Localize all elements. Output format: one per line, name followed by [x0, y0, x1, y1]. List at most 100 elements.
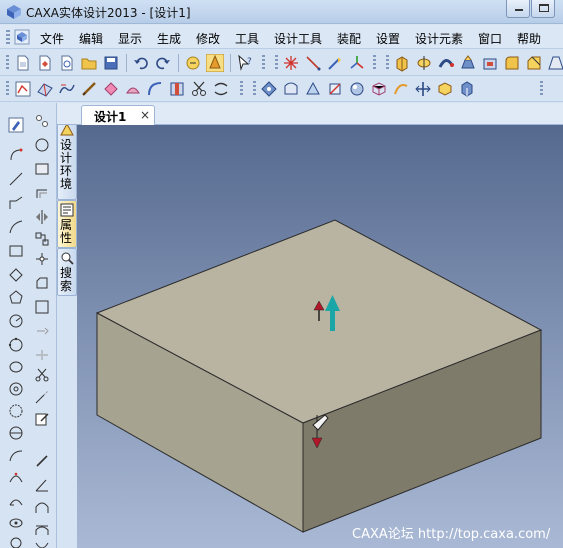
rounded-rect-icon[interactable] [34, 275, 50, 291]
toolbar-grip[interactable] [6, 55, 9, 71]
project-edge-icon[interactable] [34, 323, 50, 339]
angle-dimension-icon[interactable] [34, 477, 50, 493]
ellipse-tool-icon[interactable] [8, 359, 24, 375]
menu-generate[interactable]: 生成 [157, 30, 181, 47]
polygon-tool-icon[interactable] [8, 243, 24, 259]
tree-select-icon[interactable] [206, 54, 224, 72]
chamfer-edge-icon[interactable] [525, 54, 543, 72]
undo-icon[interactable] [132, 54, 150, 72]
rectangle-tool-icon[interactable] [34, 161, 50, 177]
wireframe-view-icon[interactable] [370, 80, 388, 98]
circle-radius-icon[interactable] [8, 403, 24, 419]
bridge-shape-icon[interactable] [34, 521, 50, 537]
cut-tool-icon[interactable] [190, 80, 208, 98]
arc-tool-icon[interactable] [8, 147, 24, 163]
circle-tangent-icon[interactable] [8, 381, 24, 397]
menu-help[interactable]: 帮助 [517, 30, 541, 47]
shell-solid-icon[interactable] [481, 54, 499, 72]
menu-window[interactable]: 窗口 [478, 30, 502, 47]
new-file-icon[interactable] [14, 54, 32, 72]
pan-view-icon[interactable] [414, 80, 432, 98]
scissors-trim-icon[interactable] [34, 367, 50, 383]
measure-tool-icon[interactable] [326, 54, 344, 72]
menu-settings[interactable]: 设置 [376, 30, 400, 47]
document-tab[interactable]: 设计1 × [81, 105, 155, 125]
arc-3pt-icon[interactable] [8, 469, 24, 485]
sweep-solid-icon[interactable] [437, 54, 455, 72]
eye-tool-icon[interactable] [8, 515, 24, 531]
trim-tool-icon[interactable] [34, 231, 50, 247]
hole-feature-icon[interactable] [168, 80, 186, 98]
help-pointer-icon[interactable]: ? [236, 54, 254, 72]
circle-center-icon[interactable] [8, 313, 24, 329]
save-icon[interactable] [102, 54, 120, 72]
point-array-icon[interactable] [34, 251, 50, 267]
sketch-plane-icon[interactable] [36, 80, 54, 98]
arch-shape-icon[interactable] [34, 499, 50, 515]
mirror-tool-icon[interactable] [34, 209, 50, 225]
render-save-icon[interactable] [282, 80, 300, 98]
transparent-view-icon[interactable] [304, 80, 322, 98]
menu-design-tools[interactable]: 设计工具 [274, 30, 322, 47]
menu-assembly[interactable]: 装配 [337, 30, 361, 47]
menu-view[interactable]: 显示 [118, 30, 142, 47]
surface-patch-icon[interactable] [124, 80, 142, 98]
section-view-icon[interactable] [326, 80, 344, 98]
loft-solid-icon[interactable] [459, 54, 477, 72]
toolbar-grip[interactable] [275, 55, 278, 71]
tab-properties[interactable]: 属性 [57, 200, 77, 248]
sketch-edit-icon[interactable] [8, 117, 24, 133]
curve-connect-icon[interactable] [8, 447, 24, 463]
circle-small-icon[interactable] [8, 535, 24, 548]
bend-tool-icon[interactable] [212, 80, 230, 98]
curve-3d-icon[interactable] [146, 80, 164, 98]
open-folder-icon[interactable] [80, 54, 98, 72]
circle-diameter-icon[interactable] [8, 425, 24, 441]
tab-design-environment[interactable]: 设计环境 [57, 120, 77, 200]
line-tool-icon[interactable] [304, 54, 322, 72]
design-viewport[interactable]: CAXA论坛 http://top.caxa.com/ [77, 125, 563, 548]
polyline-tool-icon[interactable] [8, 195, 24, 211]
toolbar-grip[interactable] [386, 55, 389, 71]
diamond-tool-icon[interactable] [8, 267, 24, 283]
draft-face-icon[interactable] [547, 54, 563, 72]
dimension-tool-icon[interactable] [80, 80, 98, 98]
menu-design-elements[interactable]: 设计元素 [415, 30, 463, 47]
new-drawing-icon[interactable] [58, 54, 76, 72]
menu-file[interactable]: 文件 [40, 30, 64, 47]
curve-text-icon[interactable] [58, 80, 76, 98]
circle-tool-icon[interactable] [34, 137, 50, 153]
dimension-pen-icon[interactable] [34, 453, 50, 469]
triad-axis-icon[interactable] [348, 54, 366, 72]
select-parts-icon[interactable] [184, 54, 202, 72]
maximize-button[interactable] [531, 0, 555, 18]
line-draw-icon[interactable] [8, 171, 24, 187]
orbit-view-icon[interactable] [260, 80, 278, 98]
smart-snap-icon[interactable] [102, 80, 120, 98]
toolbar-grip[interactable] [262, 55, 265, 71]
close-icon[interactable]: × [140, 108, 150, 122]
offset-tool-icon[interactable] [34, 185, 50, 201]
standard-view-icon[interactable] [458, 80, 476, 98]
extend-curve-icon[interactable] [34, 389, 50, 405]
revolve-solid-icon[interactable] [415, 54, 433, 72]
redo-icon[interactable] [154, 54, 172, 72]
smooth-shade-icon[interactable] [348, 80, 366, 98]
menu-tools[interactable]: 工具 [235, 30, 259, 47]
fit-view-icon[interactable] [436, 80, 454, 98]
toolbar-grip[interactable] [373, 55, 376, 71]
tab-search[interactable]: 搜索 [57, 248, 77, 296]
caxa-menu-icon[interactable] [14, 29, 30, 45]
pentagon-tool-icon[interactable] [8, 289, 24, 305]
menu-grip[interactable] [6, 30, 10, 44]
new-design-icon[interactable] [36, 54, 54, 72]
2d-sketch-icon[interactable] [14, 80, 32, 98]
sketch-point-icon[interactable] [282, 54, 300, 72]
minimize-button[interactable] [506, 0, 530, 18]
extrude-solid-icon[interactable] [393, 54, 411, 72]
circle-3pt-icon[interactable] [8, 337, 24, 353]
arc-tangent-icon[interactable] [8, 493, 24, 509]
zoom-curve-icon[interactable] [392, 80, 410, 98]
fillet-edge-icon[interactable] [503, 54, 521, 72]
break-curve-icon[interactable] [34, 347, 50, 363]
